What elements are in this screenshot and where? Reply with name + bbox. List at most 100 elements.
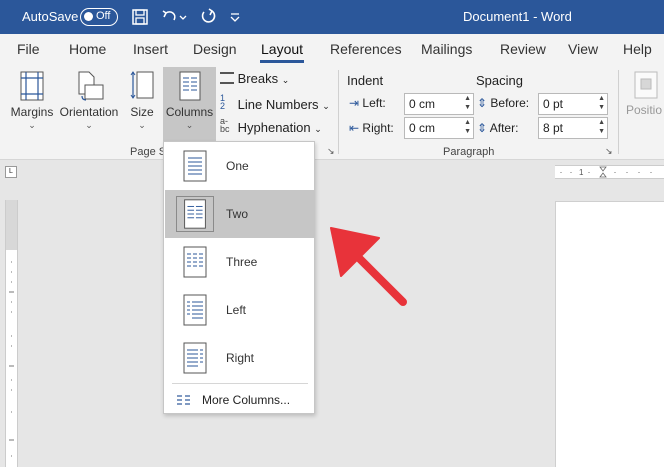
margins-button[interactable]: Margins ⌄	[8, 70, 56, 131]
chevron-down-icon: ⌄	[85, 120, 93, 130]
toggle-knob	[84, 12, 93, 21]
indent-right-text: Right:	[362, 121, 394, 135]
undo-dropdown-icon[interactable]	[178, 7, 188, 27]
tab-mailings[interactable]: Mailings	[421, 41, 472, 57]
tab-file[interactable]: File	[17, 41, 40, 57]
indent-left-input[interactable]: 0 cm ▲ ▼	[404, 93, 474, 115]
spacing-before-input[interactable]: 0 pt ▲ ▼	[538, 93, 608, 115]
tab-view[interactable]: View	[568, 41, 598, 57]
spacing-before-label: ⇕ Before:	[477, 96, 529, 110]
three-columns-icon	[183, 246, 207, 278]
position-button[interactable]: Positio	[626, 70, 664, 117]
tab-design[interactable]: Design	[193, 41, 237, 57]
undo-icon[interactable]	[160, 7, 180, 27]
ribbon-tabs: File Home Insert Design Layout Reference…	[0, 34, 664, 64]
spinner-arrows-icon[interactable]: ▲ ▼	[464, 118, 471, 136]
autosave-state: Off	[96, 10, 111, 22]
tab-selector[interactable]: L	[5, 166, 17, 178]
tab-layout[interactable]: Layout	[261, 41, 303, 57]
columns-option-label: Left	[226, 303, 247, 317]
columns-option-left[interactable]: Left	[165, 286, 314, 334]
group-separator	[618, 70, 619, 154]
document-page[interactable]	[555, 201, 664, 467]
indent-left-value: 0 cm	[409, 97, 436, 111]
tab-insert[interactable]: Insert	[133, 41, 168, 57]
ruler-ticks: 1	[560, 166, 652, 178]
spacing-after-text: After:	[489, 121, 519, 135]
position-label: Positio	[626, 103, 663, 117]
columns-option-label: Three	[226, 255, 258, 269]
line-numbers-icon: 12	[220, 93, 226, 111]
margins-icon	[20, 71, 44, 101]
title-bar: AutoSave Off Document1 - Word	[0, 0, 664, 34]
two-columns-icon	[176, 196, 214, 232]
breaks-button[interactable]: Breaks ⌄	[220, 71, 289, 86]
orientation-button[interactable]: Orientation ⌄	[58, 70, 120, 131]
page-setup-group-label: Page S	[130, 146, 167, 158]
spacing-after-value: 8 pt	[543, 121, 564, 135]
annotation-arrow-icon	[330, 227, 407, 306]
margins-label: Margins	[10, 105, 54, 119]
indent-right-icon: ⇤	[349, 121, 360, 135]
columns-dropdown: One Two Three Left Right More Columns...	[163, 141, 315, 414]
line-numbers-button[interactable]: 12 Line Numbers ⌄	[220, 93, 330, 113]
more-columns-label: More Columns...	[202, 393, 291, 407]
autosave-toggle[interactable]: Off	[80, 8, 118, 26]
breaks-icon	[220, 72, 234, 84]
redo-icon[interactable]	[198, 7, 218, 27]
chevron-down-icon: ⌄	[28, 120, 36, 130]
indent-left-text: Left:	[362, 96, 386, 110]
chevron-down-icon: ⌄	[322, 101, 330, 111]
columns-option-two[interactable]: Two	[165, 190, 314, 238]
orientation-label: Orientation	[59, 105, 119, 119]
paragraph-launcher-icon[interactable]: ↘	[605, 146, 613, 157]
autosave-label: AutoSave	[22, 9, 79, 24]
hyphenation-icon: a-bc	[220, 116, 230, 134]
tab-help[interactable]: Help	[623, 41, 652, 57]
menu-separator	[172, 383, 308, 384]
indent-right-input[interactable]: 0 cm ▲ ▼	[404, 117, 474, 139]
active-tab-indicator	[260, 60, 304, 63]
page-setup-launcher-icon[interactable]: ↘	[327, 146, 335, 157]
columns-option-one[interactable]: One	[165, 142, 314, 190]
vertical-ruler[interactable]	[5, 200, 18, 467]
spinner-arrows-icon[interactable]: ▲ ▼	[464, 94, 471, 112]
chevron-down-icon: ⌄	[185, 120, 194, 130]
chevron-down-icon: ⌄	[281, 75, 290, 85]
indent-label: Indent	[347, 73, 384, 88]
size-button[interactable]: Size ⌄	[124, 70, 160, 131]
indent-right-value: 0 cm	[409, 121, 436, 135]
indent-left-icon: ⇥	[349, 96, 360, 110]
more-columns-icon	[177, 395, 190, 405]
columns-option-right[interactable]: Right	[165, 334, 314, 382]
vertical-ruler-ticks	[9, 261, 14, 457]
horizontal-ruler[interactable]: 1	[555, 165, 664, 179]
spinner-arrows-icon[interactable]: ▲ ▼	[598, 94, 605, 112]
spacing-after-input[interactable]: 8 pt ▲ ▼	[538, 117, 608, 139]
columns-option-three[interactable]: Three	[165, 238, 314, 286]
size-label: Size	[130, 105, 154, 119]
position-icon	[634, 71, 658, 99]
indent-left-label: ⇥ Left:	[349, 96, 386, 110]
columns-button[interactable]: Columns ⌄	[163, 67, 216, 141]
tab-review[interactable]: Review	[500, 41, 546, 57]
chevron-down-icon: ⌄	[138, 120, 146, 130]
spacing-before-value: 0 pt	[543, 97, 564, 111]
paragraph-group-label: Paragraph	[443, 146, 495, 158]
columns-icon	[179, 71, 200, 101]
chevron-down-icon: ⌄	[314, 124, 322, 134]
spacing-after-icon: ⇕	[477, 121, 488, 135]
tab-references[interactable]: References	[330, 41, 402, 57]
left-columns-icon	[183, 294, 207, 326]
tab-home[interactable]: Home	[69, 41, 106, 57]
indent-right-label: ⇤ Right:	[349, 121, 394, 135]
spacing-before-text: Before:	[490, 96, 530, 110]
spinner-arrows-icon[interactable]: ▲ ▼	[598, 118, 605, 136]
spacing-label: Spacing	[476, 73, 523, 88]
svg-text:1: 1	[579, 168, 584, 177]
customize-toolbar-icon[interactable]	[228, 7, 242, 27]
columns-label: Columns	[165, 105, 214, 119]
size-icon	[130, 71, 154, 99]
hyphenation-button[interactable]: a-bc Hyphenation ⌄	[220, 116, 322, 136]
save-icon[interactable]	[130, 7, 150, 27]
